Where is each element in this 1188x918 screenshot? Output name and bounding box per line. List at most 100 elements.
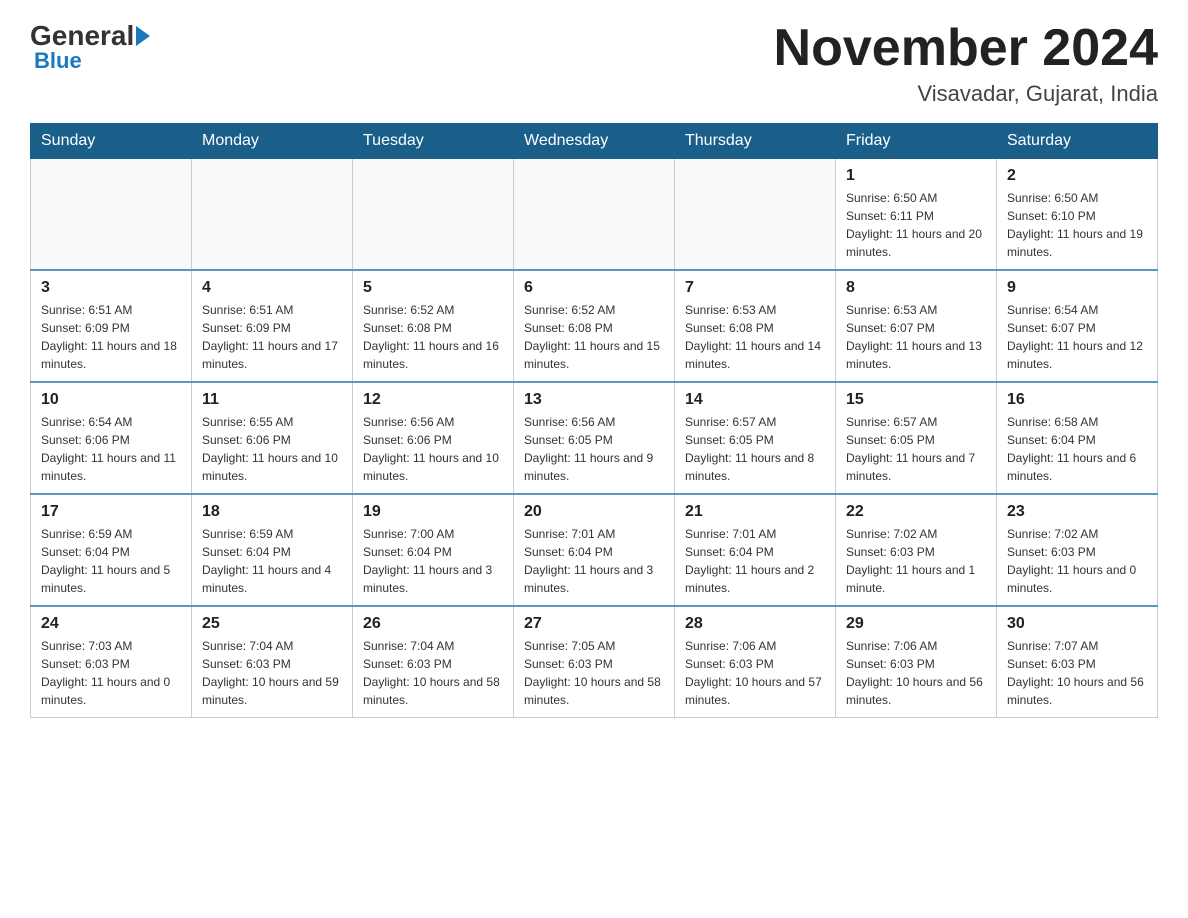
table-row: 25 Sunrise: 7:04 AMSunset: 6:03 PMDayligh… <box>192 606 353 718</box>
table-row: 19 Sunrise: 7:00 AMSunset: 6:04 PMDayligh… <box>353 494 514 606</box>
day-info: Sunrise: 7:02 AMSunset: 6:03 PMDaylight:… <box>846 525 986 597</box>
title-area: November 2024 Visavadar, Gujarat, India <box>774 20 1158 107</box>
table-row: 16Sunrise: 6:58 AMSunset: 6:04 PMDayligh… <box>997 382 1158 494</box>
day-info: Sunrise: 6:52 AMSunset: 6:08 PMDaylight:… <box>524 301 664 373</box>
day-number: 23 <box>1007 503 1147 521</box>
table-row <box>675 159 836 271</box>
day-number: 21 <box>685 503 825 521</box>
table-row: 9 Sunrise: 6:54 AMSunset: 6:07 PMDaylight… <box>997 270 1158 382</box>
day-number: 20 <box>524 503 664 521</box>
table-row: 21 Sunrise: 7:01 AMSunset: 6:04 PMDayligh… <box>675 494 836 606</box>
table-row: 24Sunrise: 7:03 AMSunset: 6:03 PMDayligh… <box>31 606 192 718</box>
day-info: Sunrise: 6:59 AMSunset: 6:04 PMDaylight:… <box>41 525 181 597</box>
calendar-week-2: 3Sunrise: 6:51 AMSunset: 6:09 PMDaylight… <box>31 270 1158 382</box>
table-row <box>353 159 514 271</box>
calendar-week-4: 17 Sunrise: 6:59 AMSunset: 6:04 PMDayligh… <box>31 494 1158 606</box>
day-number: 16 <box>1007 391 1147 409</box>
day-number: 26 <box>363 615 503 633</box>
table-row: 26 Sunrise: 7:04 AMSunset: 6:03 PMDayligh… <box>353 606 514 718</box>
day-info: Sunrise: 6:57 AMSunset: 6:05 PMDaylight:… <box>846 413 986 485</box>
table-row: 2 Sunrise: 6:50 AMSunset: 6:10 PMDaylight… <box>997 159 1158 271</box>
logo-arrow-icon <box>136 26 150 46</box>
day-number: 11 <box>202 391 342 409</box>
day-number: 17 <box>41 503 181 521</box>
day-info: Sunrise: 7:01 AMSunset: 6:04 PMDaylight:… <box>524 525 664 597</box>
day-number: 13 <box>524 391 664 409</box>
table-row: 12 Sunrise: 6:56 AMSunset: 6:06 PMDayligh… <box>353 382 514 494</box>
table-row: 7 Sunrise: 6:53 AMSunset: 6:08 PMDaylight… <box>675 270 836 382</box>
day-info: Sunrise: 6:54 AMSunset: 6:06 PMDaylight:… <box>41 413 181 485</box>
day-info: Sunrise: 6:59 AMSunset: 6:04 PMDaylight:… <box>202 525 342 597</box>
day-number: 28 <box>685 615 825 633</box>
day-number: 12 <box>363 391 503 409</box>
day-number: 10 <box>41 391 181 409</box>
day-number: 24 <box>41 615 181 633</box>
day-number: 6 <box>524 279 664 297</box>
table-row: 29Sunrise: 7:06 AMSunset: 6:03 PMDayligh… <box>836 606 997 718</box>
day-info: Sunrise: 7:04 AMSunset: 6:03 PMDaylight:… <box>202 637 342 709</box>
day-number: 4 <box>202 279 342 297</box>
calendar-week-3: 10 Sunrise: 6:54 AMSunset: 6:06 PMDayligh… <box>31 382 1158 494</box>
col-wednesday: Wednesday <box>514 124 675 159</box>
logo-blue: Blue <box>34 48 150 74</box>
day-info: Sunrise: 7:06 AMSunset: 6:03 PMDaylight:… <box>846 637 986 709</box>
table-row: 6 Sunrise: 6:52 AMSunset: 6:08 PMDaylight… <box>514 270 675 382</box>
day-info: Sunrise: 6:52 AMSunset: 6:08 PMDaylight:… <box>363 301 503 373</box>
day-info: Sunrise: 6:50 AMSunset: 6:11 PMDaylight:… <box>846 189 986 261</box>
day-info: Sunrise: 7:06 AMSunset: 6:03 PMDaylight:… <box>685 637 825 709</box>
day-info: Sunrise: 6:50 AMSunset: 6:10 PMDaylight:… <box>1007 189 1147 261</box>
calendar-week-5: 24Sunrise: 7:03 AMSunset: 6:03 PMDayligh… <box>31 606 1158 718</box>
day-number: 2 <box>1007 167 1147 185</box>
day-number: 9 <box>1007 279 1147 297</box>
day-number: 1 <box>846 167 986 185</box>
day-info: Sunrise: 6:54 AMSunset: 6:07 PMDaylight:… <box>1007 301 1147 373</box>
day-info: Sunrise: 7:04 AMSunset: 6:03 PMDaylight:… <box>363 637 503 709</box>
day-number: 7 <box>685 279 825 297</box>
table-row: 30 Sunrise: 7:07 AMSunset: 6:03 PMDayligh… <box>997 606 1158 718</box>
table-row: 18 Sunrise: 6:59 AMSunset: 6:04 PMDayligh… <box>192 494 353 606</box>
month-title: November 2024 <box>774 20 1158 77</box>
table-row: 8 Sunrise: 6:53 AMSunset: 6:07 PMDaylight… <box>836 270 997 382</box>
calendar-table: Sunday Monday Tuesday Wednesday Thursday… <box>30 123 1158 718</box>
table-row: 13 Sunrise: 6:56 AMSunset: 6:05 PMDayligh… <box>514 382 675 494</box>
day-number: 19 <box>363 503 503 521</box>
day-number: 15 <box>846 391 986 409</box>
day-info: Sunrise: 6:55 AMSunset: 6:06 PMDaylight:… <box>202 413 342 485</box>
calendar-header-row: Sunday Monday Tuesday Wednesday Thursday… <box>31 124 1158 159</box>
day-number: 25 <box>202 615 342 633</box>
col-sunday: Sunday <box>31 124 192 159</box>
calendar-week-1: 1 Sunrise: 6:50 AMSunset: 6:11 PMDaylight… <box>31 159 1158 271</box>
table-row: 15 Sunrise: 6:57 AMSunset: 6:05 PMDayligh… <box>836 382 997 494</box>
day-info: Sunrise: 6:53 AMSunset: 6:07 PMDaylight:… <box>846 301 986 373</box>
day-info: Sunrise: 6:56 AMSunset: 6:06 PMDaylight:… <box>363 413 503 485</box>
day-info: Sunrise: 6:53 AMSunset: 6:08 PMDaylight:… <box>685 301 825 373</box>
day-number: 22 <box>846 503 986 521</box>
day-number: 8 <box>846 279 986 297</box>
day-number: 27 <box>524 615 664 633</box>
col-thursday: Thursday <box>675 124 836 159</box>
table-row: 14 Sunrise: 6:57 AMSunset: 6:05 PMDayligh… <box>675 382 836 494</box>
table-row: 4Sunrise: 6:51 AMSunset: 6:09 PMDaylight… <box>192 270 353 382</box>
table-row: 10 Sunrise: 6:54 AMSunset: 6:06 PMDayligh… <box>31 382 192 494</box>
day-info: Sunrise: 7:07 AMSunset: 6:03 PMDaylight:… <box>1007 637 1147 709</box>
table-row: 28 Sunrise: 7:06 AMSunset: 6:03 PMDayligh… <box>675 606 836 718</box>
col-saturday: Saturday <box>997 124 1158 159</box>
day-info: Sunrise: 6:56 AMSunset: 6:05 PMDaylight:… <box>524 413 664 485</box>
day-info: Sunrise: 7:05 AMSunset: 6:03 PMDaylight:… <box>524 637 664 709</box>
day-info: Sunrise: 6:57 AMSunset: 6:05 PMDaylight:… <box>685 413 825 485</box>
day-number: 14 <box>685 391 825 409</box>
table-row: 1 Sunrise: 6:50 AMSunset: 6:11 PMDaylight… <box>836 159 997 271</box>
col-tuesday: Tuesday <box>353 124 514 159</box>
day-info: Sunrise: 7:01 AMSunset: 6:04 PMDaylight:… <box>685 525 825 597</box>
table-row: 3Sunrise: 6:51 AMSunset: 6:09 PMDaylight… <box>31 270 192 382</box>
day-info: Sunrise: 7:02 AMSunset: 6:03 PMDaylight:… <box>1007 525 1147 597</box>
day-number: 18 <box>202 503 342 521</box>
day-info: Sunrise: 7:00 AMSunset: 6:04 PMDaylight:… <box>363 525 503 597</box>
page-header: General Blue November 2024 Visavadar, Gu… <box>30 20 1158 107</box>
table-row: 5 Sunrise: 6:52 AMSunset: 6:08 PMDaylight… <box>353 270 514 382</box>
table-row: 23 Sunrise: 7:02 AMSunset: 6:03 PMDayligh… <box>997 494 1158 606</box>
location-title: Visavadar, Gujarat, India <box>774 81 1158 107</box>
day-number: 5 <box>363 279 503 297</box>
day-number: 30 <box>1007 615 1147 633</box>
col-friday: Friday <box>836 124 997 159</box>
